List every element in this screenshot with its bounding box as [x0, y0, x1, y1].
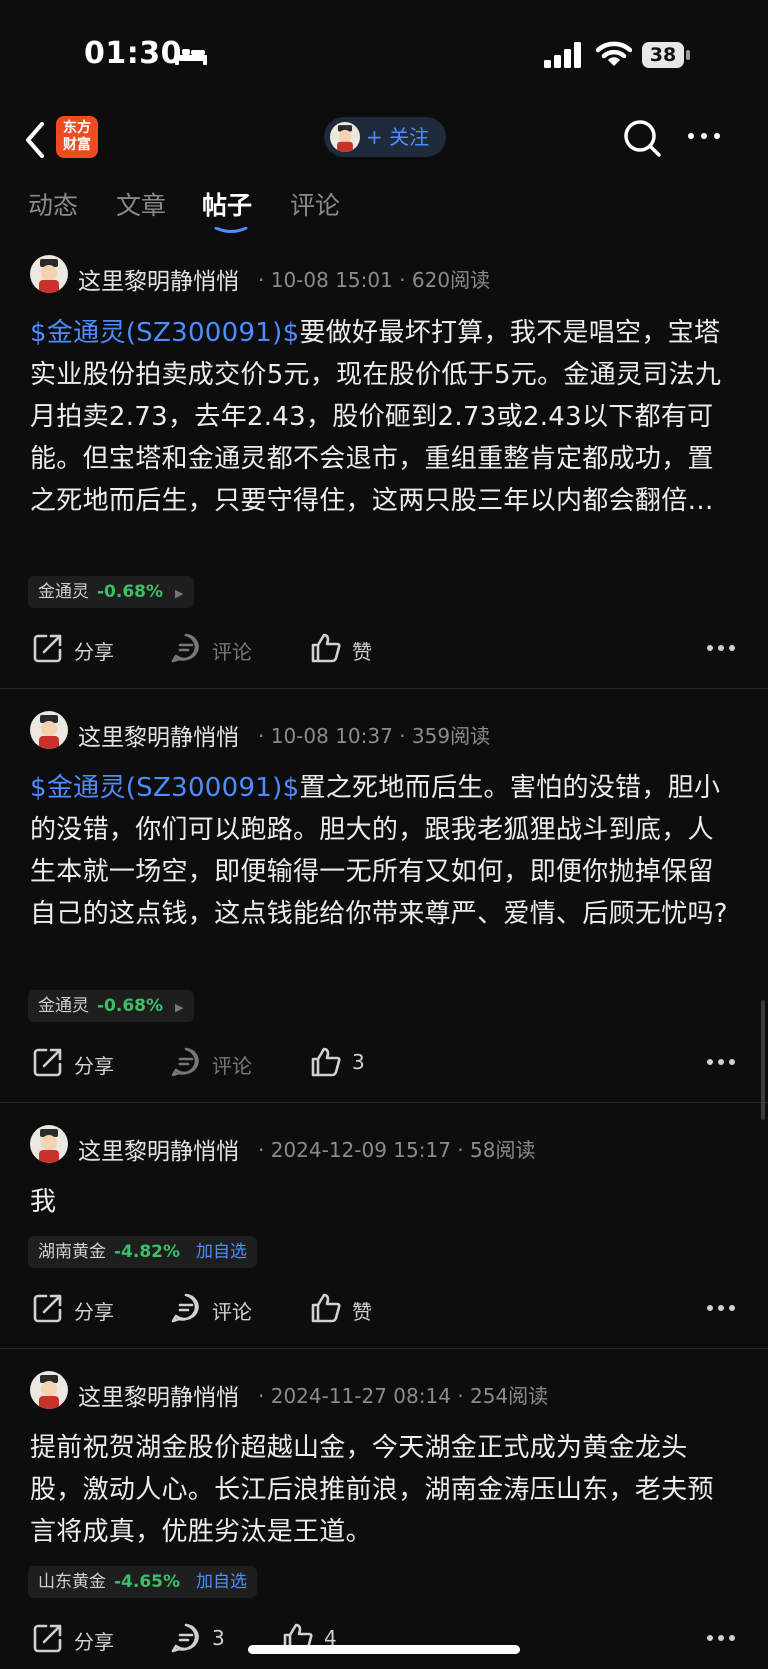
comment-button[interactable]: 评论	[212, 636, 252, 665]
follow-label: + 关注	[366, 125, 430, 149]
comment-button[interactable]: 评论	[212, 1050, 252, 1079]
caishen-avatar-icon	[39, 1129, 59, 1163]
stock-tag-change: -0.68%	[97, 582, 164, 602]
post-meta: · 10-08 15:01 · 620阅读	[258, 268, 491, 292]
like-icon[interactable]	[310, 632, 342, 664]
post-text: 提前祝贺湖金股价超越山金，今天湖金正式成为黄金龙头股，激动人心。长江后浪推前浪，…	[30, 1433, 714, 1547]
author-avatar[interactable]	[30, 255, 68, 293]
post-text: 我	[30, 1187, 57, 1217]
stock-tag-name: 山东黄金	[38, 1572, 106, 1592]
post-body[interactable]: 我	[30, 1181, 738, 1223]
post-more-icon[interactable]	[706, 1058, 736, 1066]
stock-tag[interactable]: 山东黄金 -4.65% 加自选	[28, 1566, 258, 1598]
tab-posts[interactable]: 帖子	[202, 178, 252, 234]
share-button[interactable]: 分享	[74, 636, 114, 665]
stock-tag-change: -4.82%	[114, 1242, 181, 1262]
share-icon[interactable]	[32, 1046, 64, 1078]
like-count[interactable]: 3	[352, 1050, 365, 1074]
divider	[0, 1348, 768, 1349]
back-chevron-icon[interactable]	[22, 120, 48, 160]
like-icon[interactable]	[310, 1292, 342, 1324]
stock-link[interactable]: $金通灵(SZ300091)$	[30, 318, 299, 348]
author-name[interactable]: 这里黎明静悄悄	[78, 1132, 239, 1166]
battery-indicator: 38	[642, 42, 690, 68]
caishen-avatar-icon	[39, 1375, 59, 1409]
divider	[0, 688, 768, 689]
author-name[interactable]: 这里黎明静悄悄	[78, 1378, 239, 1412]
tag-arrow-icon: ▶	[175, 587, 184, 600]
comment-button[interactable]: 评论	[212, 1296, 252, 1325]
post-meta: · 2024-12-09 15:17 · 58阅读	[258, 1138, 536, 1162]
stock-link[interactable]: $金通灵(SZ300091)$	[30, 773, 299, 803]
home-indicator[interactable]	[248, 1645, 520, 1654]
stock-tag-name: 金通灵	[38, 582, 89, 602]
stock-tag-change: -4.65%	[114, 1572, 181, 1592]
share-button[interactable]: 分享	[74, 1050, 114, 1079]
author-avatar[interactable]	[30, 711, 68, 749]
post-more-icon[interactable]	[706, 1634, 736, 1642]
like-button[interactable]: 赞	[352, 636, 372, 665]
like-button[interactable]: 赞	[352, 1296, 372, 1325]
post-text: 要做好最坏打算，我不是唱空，宝塔实业股份拍卖成交价5元，现在股价低于5元。金通灵…	[30, 318, 722, 516]
comment-count[interactable]: 3	[212, 1626, 225, 1650]
author-name[interactable]: 这里黎明静悄悄	[78, 262, 239, 296]
battery-tip	[686, 50, 690, 60]
scrollbar[interactable]	[761, 1000, 765, 1120]
logo-line-1: 东方	[63, 120, 91, 136]
tab-articles[interactable]: 文章	[116, 178, 166, 234]
tab-comments[interactable]: 评论	[290, 178, 340, 234]
caishen-avatar-icon	[39, 259, 59, 293]
share-icon[interactable]	[32, 1622, 64, 1654]
profile-tabs: 动态 文章 帖子 评论	[0, 178, 768, 234]
share-button[interactable]: 分享	[74, 1296, 114, 1325]
author-avatar[interactable]	[30, 1371, 68, 1409]
comment-icon[interactable]	[170, 1292, 202, 1324]
eastmoney-logo[interactable]: 东方 财富	[56, 116, 98, 158]
post-body[interactable]: $金通灵(SZ300091)$要做好最坏打算，我不是唱空，宝塔实业股份拍卖成交价…	[30, 312, 738, 522]
author-avatar[interactable]	[30, 1125, 68, 1163]
comment-icon[interactable]	[170, 632, 202, 664]
cellular-signal-icon	[544, 42, 581, 68]
author-name[interactable]: 这里黎明静悄悄	[78, 718, 239, 752]
status-time: 01:30	[84, 36, 182, 71]
stock-tag-name: 金通灵	[38, 996, 89, 1016]
logo-line-2: 财富	[63, 137, 91, 153]
tab-dynamics[interactable]: 动态	[28, 178, 78, 234]
battery-level: 38	[642, 42, 684, 68]
post-meta: · 2024-11-27 08:14 · 254阅读	[258, 1384, 549, 1408]
comment-icon[interactable]	[170, 1622, 202, 1654]
post-more-icon[interactable]	[706, 644, 736, 652]
post-meta: · 10-08 10:37 · 359阅读	[258, 724, 491, 748]
post-body[interactable]: 提前祝贺湖金股价超越山金，今天湖金正式成为黄金龙头股，激动人心。长江后浪推前浪，…	[30, 1427, 738, 1553]
share-icon[interactable]	[32, 632, 64, 664]
share-button[interactable]: 分享	[74, 1626, 114, 1655]
add-watchlist-button[interactable]: 加自选	[196, 1572, 247, 1592]
tag-arrow-icon: ▶	[175, 1001, 184, 1014]
wifi-icon	[596, 41, 632, 66]
post-more-icon[interactable]	[706, 1304, 736, 1312]
like-icon[interactable]	[310, 1046, 342, 1078]
stock-tag[interactable]: 金通灵 -0.68% ▶	[28, 576, 194, 608]
follow-button[interactable]: + 关注	[324, 117, 446, 157]
more-options-icon[interactable]	[686, 124, 722, 148]
divider	[0, 1102, 768, 1103]
add-watchlist-button[interactable]: 加自选	[196, 1242, 247, 1262]
search-icon[interactable]	[622, 118, 662, 158]
comment-icon[interactable]	[170, 1046, 202, 1078]
caishen-avatar-icon	[337, 125, 353, 152]
avatar	[330, 122, 360, 152]
sleep-focus-icon	[175, 46, 207, 65]
stock-tag-name: 湖南黄金	[38, 1242, 106, 1262]
post-body[interactable]: $金通灵(SZ300091)$置之死地而后生。害怕的没错，胆小的没错，你们可以跑…	[30, 767, 738, 935]
stock-tag[interactable]: 湖南黄金 -4.82% 加自选	[28, 1236, 258, 1268]
share-icon[interactable]	[32, 1292, 64, 1324]
stock-tag-change: -0.68%	[97, 996, 164, 1016]
active-tab-indicator	[214, 227, 248, 233]
status-bar: 01:30 38	[0, 0, 768, 110]
caishen-avatar-icon	[39, 715, 59, 749]
stock-tag[interactable]: 金通灵 -0.68% ▶	[28, 990, 194, 1022]
